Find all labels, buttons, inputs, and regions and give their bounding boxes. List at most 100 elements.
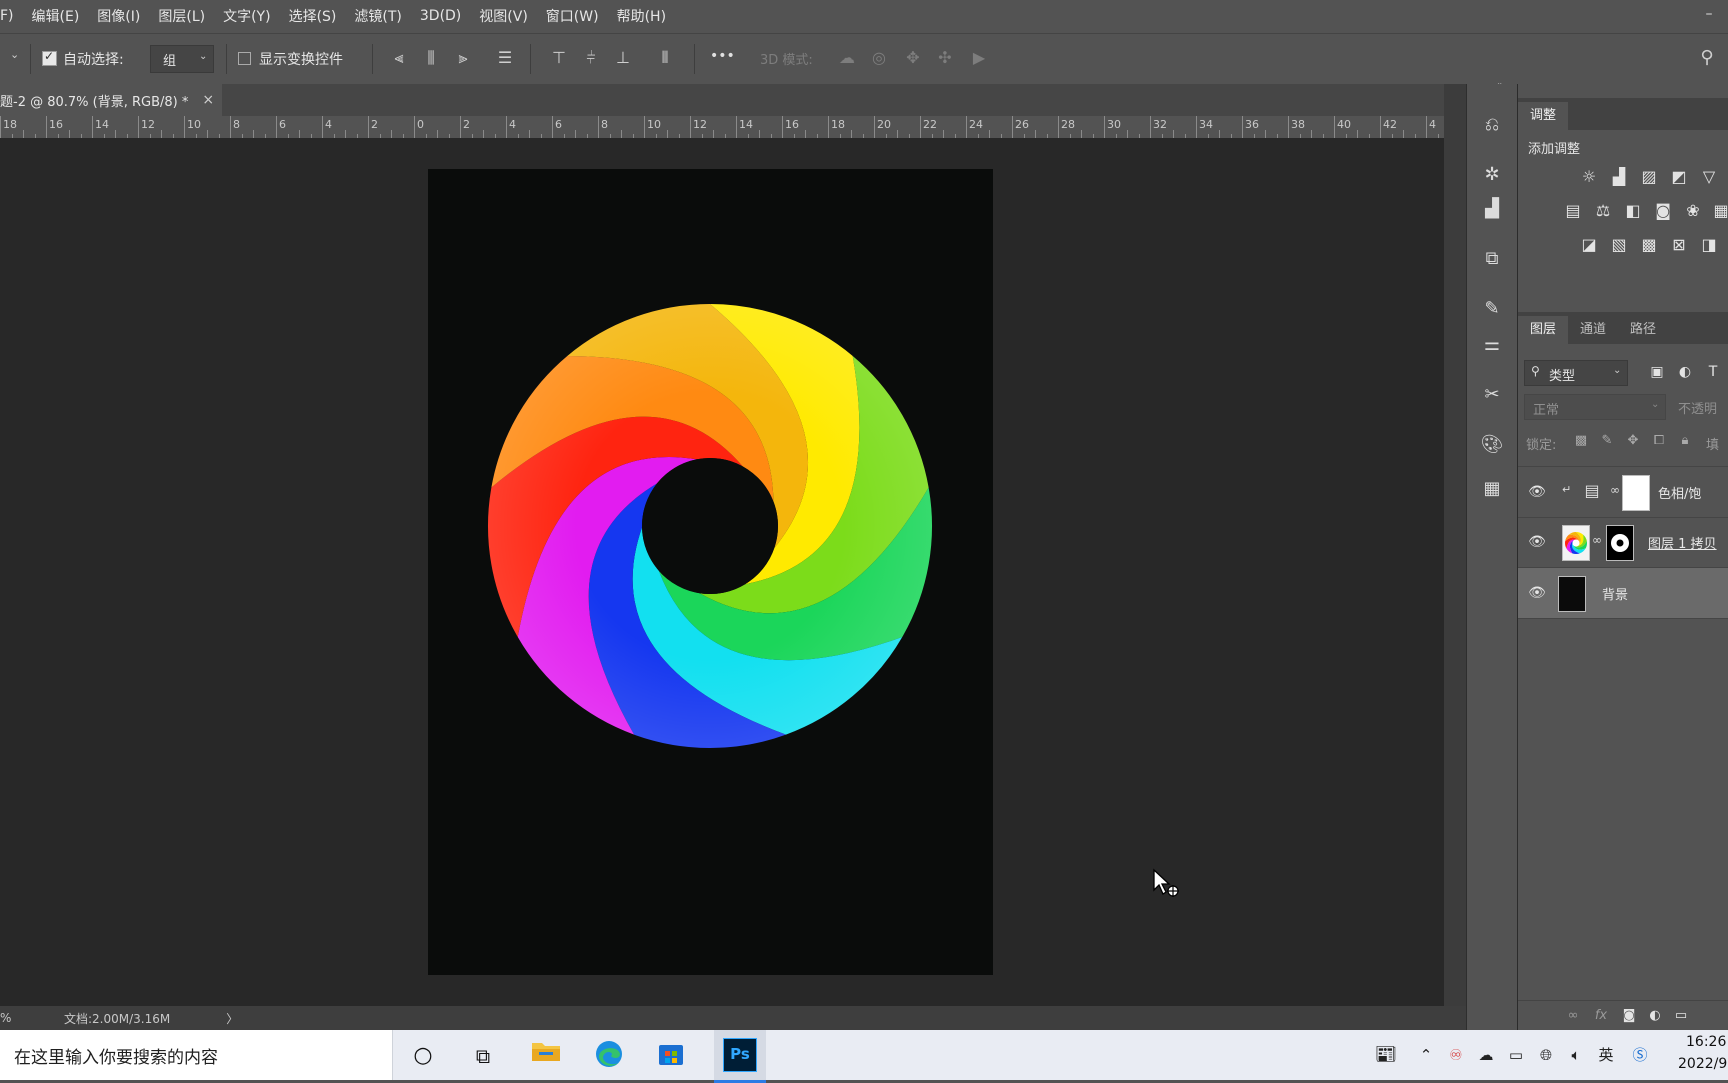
brightness-icon[interactable]: ☼ (1578, 166, 1600, 188)
photo-filter-icon[interactable]: ◙ (1652, 200, 1674, 222)
auto-select-checkbox[interactable] (42, 51, 57, 66)
threshold-icon[interactable]: ▩ (1638, 234, 1660, 256)
grid-icon[interactable]: ▦ (1479, 476, 1505, 502)
blend-mode-dropdown[interactable]: 正常 ⌄ (1524, 394, 1666, 420)
layer-mask-thumbnail[interactable] (1622, 475, 1650, 511)
store-icon[interactable] (654, 1039, 688, 1073)
tab-channels[interactable]: 通道 (1568, 316, 1618, 344)
vertical-scrollbar[interactable] (1444, 84, 1466, 1006)
eye-icon[interactable]: 👁︎ (1528, 483, 1546, 501)
file-explorer-icon[interactable] (529, 1039, 563, 1073)
tray-app-icon[interactable]: ♾ (1446, 1044, 1466, 1066)
black-white-icon[interactable]: ◧ (1622, 200, 1644, 222)
menu-help[interactable]: 帮助(H) (608, 6, 675, 26)
distribute-vertical-icon[interactable]: ⦀ (654, 47, 676, 69)
new-group-icon[interactable]: ▭ (1670, 1005, 1692, 1027)
ime-icon[interactable]: 英 (1596, 1044, 1616, 1066)
menu-type[interactable]: 文字(Y) (214, 6, 279, 26)
brush-icon[interactable]: ✎ (1479, 296, 1505, 322)
add-mask-icon[interactable]: ◙ (1618, 1005, 1640, 1027)
histogram-icon[interactable]: ▟ (1479, 196, 1505, 222)
lock-transparent-icon[interactable]: ▩ (1570, 430, 1592, 452)
show-transform-checkbox[interactable] (238, 52, 251, 65)
lock-pixels-icon[interactable]: ✎ (1596, 430, 1618, 452)
align-top-icon[interactable]: ⊤ (548, 47, 570, 69)
volume-icon[interactable]: 🔈︎ (1566, 1044, 1586, 1066)
layer-row[interactable]: 👁︎ ↵ ▤ ∞ 色相/饱 (1518, 466, 1728, 518)
tab-paths[interactable]: 路径 (1618, 316, 1668, 344)
invert-icon[interactable]: ◪ (1578, 234, 1600, 256)
link-layers-icon[interactable]: ∞ (1562, 1005, 1584, 1027)
lock-artboard-icon[interactable]: ⧠ (1648, 430, 1670, 452)
color-lookup-icon[interactable]: ▦ (1710, 200, 1728, 222)
layer-row[interactable]: 👁︎ 背景 (1518, 568, 1728, 619)
brush-settings-icon[interactable]: ⚌ (1479, 332, 1505, 358)
layer-name[interactable]: 图层 1 拷贝 (1648, 533, 1717, 552)
news-widget-icon[interactable]: 📰︎ (1370, 1044, 1402, 1066)
eye-icon[interactable]: 👁︎ (1528, 584, 1546, 602)
onedrive-icon[interactable]: ☁ (1476, 1044, 1496, 1066)
posterize-icon[interactable]: ▧ (1608, 234, 1630, 256)
menu-file[interactable]: F) (0, 8, 23, 24)
menu-view[interactable]: 视图(V) (470, 6, 537, 26)
battery-icon[interactable]: ▭ (1506, 1044, 1526, 1066)
show-hidden-icons-chevron-icon[interactable]: ⌃ (1416, 1044, 1436, 1066)
lock-all-icon[interactable]: 🔒︎ (1674, 430, 1696, 452)
auto-select-dropdown[interactable]: 组 ⌄ (150, 45, 214, 73)
filter-adjustment-icon[interactable]: ◐ (1674, 361, 1696, 383)
layer-name[interactable]: 色相/饱 (1658, 483, 1701, 502)
taskbar-search-box[interactable]: 在这里输入你要搜索的内容 (0, 1030, 393, 1080)
layer-thumbnail[interactable] (1562, 525, 1590, 561)
hue-saturation-icon[interactable]: ▤ (1562, 200, 1584, 222)
menu-image[interactable]: 图像(I) (88, 6, 149, 26)
distribute-icon[interactable]: ☰ (494, 47, 516, 69)
align-left-icon[interactable]: ⫷ (388, 47, 410, 69)
swatches-icon[interactable]: 🎨︎ (1479, 432, 1505, 458)
vibrance-icon[interactable]: ▽ (1698, 166, 1720, 188)
more-options-button[interactable]: ••• (710, 48, 735, 64)
tab-layers[interactable]: 图层 (1518, 316, 1569, 344)
color-balance-icon[interactable]: ⚖ (1592, 200, 1614, 222)
align-bottom-icon[interactable]: ⊥ (612, 47, 634, 69)
taskbar-clock-time[interactable]: 16:26 (1686, 1034, 1726, 1050)
edge-browser-icon[interactable] (592, 1039, 626, 1073)
menu-edit[interactable]: 编辑(E) (23, 6, 89, 26)
selective-color-icon[interactable]: ⊠ (1668, 234, 1690, 256)
layer-mask-thumbnail[interactable] (1606, 525, 1634, 561)
search-icon[interactable]: ⚲ (1696, 47, 1718, 69)
align-vcenter-icon[interactable]: ⫩ (580, 47, 602, 69)
eye-icon[interactable]: 👁︎ (1528, 533, 1546, 551)
close-icon[interactable]: × (202, 92, 214, 108)
layer-name[interactable]: 背景 (1602, 584, 1628, 603)
fx-icon[interactable]: fx (1590, 1005, 1612, 1027)
document-tab[interactable]: 题-2 @ 80.7% (背景, RGB/8) * × (0, 84, 223, 116)
menu-3d[interactable]: 3D(D) (411, 8, 470, 24)
taskbar-clock-date[interactable]: 2022/9 (1678, 1056, 1727, 1072)
lock-position-icon[interactable]: ✥ (1622, 430, 1644, 452)
align-hcenter-icon[interactable]: ⫼ (420, 47, 442, 69)
curves-icon[interactable]: ▨ (1638, 166, 1660, 188)
menu-filter[interactable]: 滤镜(T) (345, 6, 410, 26)
navigator-icon[interactable]: ✲ (1479, 162, 1505, 188)
levels-icon[interactable]: ▟ (1608, 166, 1630, 188)
history-icon[interactable]: ⎌ (1479, 112, 1505, 138)
layer-filter-dropdown[interactable]: ⚲ 类型 ⌄ (1524, 360, 1628, 386)
tab-adjustments[interactable]: 调整 (1518, 102, 1569, 130)
gradient-map-icon[interactable]: ◨ (1698, 234, 1720, 256)
horizontal-ruler[interactable]: 18 16 14 12 10 8 6 4 2 0 2 4 6 8 10 12 14 16 18 20 22 24 26 28 3… (0, 116, 1444, 139)
menu-window[interactable]: 窗口(W) (537, 6, 608, 26)
network-icon[interactable]: 🌐︎ (1536, 1044, 1556, 1066)
tool-preset-chevron-icon[interactable]: ⌄ (10, 48, 19, 61)
align-right-icon[interactable]: ⫸ (452, 47, 474, 69)
document-canvas[interactable] (428, 169, 993, 975)
layer-row[interactable]: 👁︎ ∞ 图层 1 拷贝 (1518, 517, 1728, 568)
layer-thumbnail[interactable] (1558, 576, 1586, 612)
zoom-value[interactable]: % (0, 1011, 16, 1025)
ime-mode-icon[interactable]: Ⓢ (1630, 1044, 1650, 1066)
cortana-icon[interactable]: ○ (406, 1039, 440, 1073)
exposure-icon[interactable]: ◩ (1668, 166, 1690, 188)
3d-panel-icon[interactable]: ⧉ (1479, 246, 1505, 272)
status-menu-arrow-icon[interactable]: 〉 (226, 1010, 238, 1027)
taskbar-photoshop-active[interactable]: Ps (714, 1030, 766, 1083)
filter-pixel-icon[interactable]: ▣ (1646, 361, 1668, 383)
